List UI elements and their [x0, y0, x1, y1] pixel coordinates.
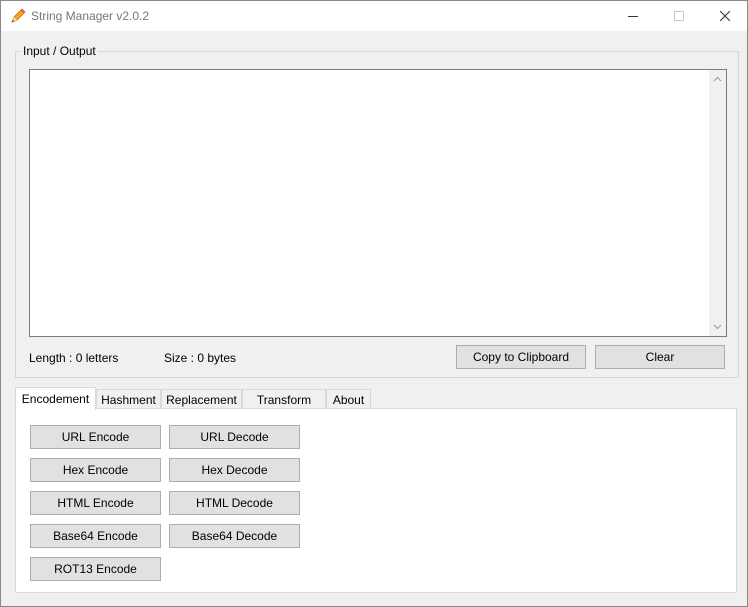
tab-replacement[interactable]: Replacement	[161, 389, 242, 409]
length-label: Length : 0 letters	[29, 351, 119, 365]
tab-transform[interactable]: Transform	[242, 389, 326, 409]
clear-button[interactable]: Clear	[595, 345, 725, 369]
hex-encode-button[interactable]: Hex Encode	[30, 458, 161, 482]
hex-decode-button[interactable]: Hex Decode	[169, 458, 300, 482]
app-window: String Manager v2.0.2 Input / Output Len…	[0, 0, 748, 607]
base64-encode-button[interactable]: Base64 Encode	[30, 524, 161, 548]
window-title: String Manager v2.0.2	[31, 9, 150, 23]
close-button[interactable]	[702, 1, 748, 31]
input-output-textarea[interactable]	[29, 69, 727, 337]
size-label: Size : 0 bytes	[164, 351, 237, 365]
scroll-down-icon[interactable]	[713, 322, 722, 331]
base64-decode-button[interactable]: Base64 Decode	[169, 524, 300, 548]
tab-encodement[interactable]: Encodement	[15, 387, 96, 410]
tab-hashment[interactable]: Hashment	[96, 389, 161, 409]
maximize-button[interactable]	[656, 1, 702, 31]
html-encode-button[interactable]: HTML Encode	[30, 491, 161, 515]
vertical-scrollbar[interactable]	[709, 70, 726, 336]
scroll-up-icon[interactable]	[713, 75, 722, 84]
tab-about[interactable]: About	[326, 389, 371, 409]
minimize-button[interactable]	[610, 1, 656, 31]
title-bar: String Manager v2.0.2	[1, 1, 747, 31]
html-decode-button[interactable]: HTML Decode	[169, 491, 300, 515]
url-decode-button[interactable]: URL Decode	[169, 425, 300, 449]
url-encode-button[interactable]: URL Encode	[30, 425, 161, 449]
pencil-icon	[9, 7, 27, 25]
maximize-icon	[674, 11, 684, 21]
copy-to-clipboard-button[interactable]: Copy to Clipboard	[456, 345, 586, 369]
close-icon	[720, 11, 730, 21]
group-title: Input / Output	[21, 44, 98, 58]
rot13-encode-button[interactable]: ROT13 Encode	[30, 557, 161, 581]
minimize-icon	[628, 16, 638, 17]
